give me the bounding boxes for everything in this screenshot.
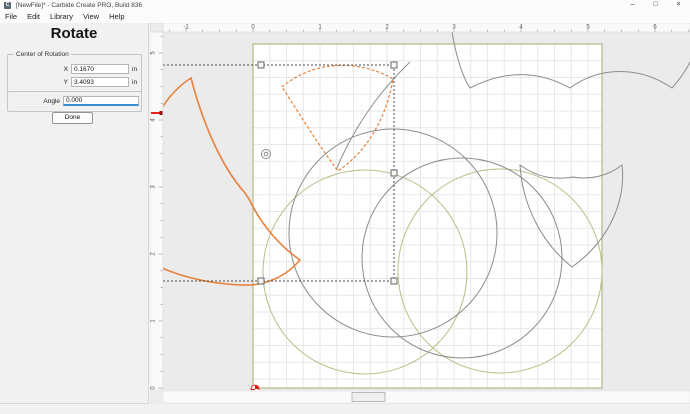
angle-label: Angle <box>43 97 60 105</box>
maximize-button[interactable]: □ <box>644 0 667 11</box>
close-button[interactable]: × <box>667 0 690 11</box>
selection-handle[interactable] <box>390 277 398 285</box>
y-unit: in <box>132 78 138 86</box>
selection-handle[interactable] <box>257 277 265 285</box>
y-label: Y <box>63 78 68 86</box>
rotate-panel: Rotate Center of Rotation X in Y in Angl… <box>0 23 149 404</box>
x-unit: in <box>132 65 138 73</box>
horizontal-scrollbar-thumb[interactable] <box>351 392 386 402</box>
y-input[interactable] <box>71 77 129 87</box>
menu-item-library[interactable]: Library <box>45 11 78 23</box>
job-area <box>253 44 602 388</box>
top-ruler-label: -1 <box>183 25 189 31</box>
angle-input[interactable] <box>63 96 139 106</box>
menu-item-edit[interactable]: Edit <box>22 11 45 23</box>
app-icon: C <box>4 2 11 9</box>
ruler-corner <box>150 23 164 33</box>
menu-item-file[interactable]: File <box>0 11 22 23</box>
selection-handle[interactable] <box>390 169 398 177</box>
selection-handle[interactable] <box>257 61 265 69</box>
selection-handle[interactable] <box>390 61 398 69</box>
angle-group: Angle <box>7 91 142 112</box>
panel-title: Rotate <box>50 25 98 42</box>
menu-item-help[interactable]: Help <box>104 11 129 23</box>
window-controls: – □ × <box>621 0 690 11</box>
design-canvas[interactable]: -1 0 1 2 3 4 5 6012345 <box>150 23 690 404</box>
window-title: [NewFile]* - Carbide Create PRO, Build 8… <box>16 2 143 9</box>
left-ruler <box>150 31 164 391</box>
top-ruler <box>162 23 690 33</box>
ruler-corner-bottom <box>150 390 163 404</box>
x-input[interactable] <box>71 64 129 74</box>
menu-item-view[interactable]: View <box>78 11 104 23</box>
horizontal-scrollbar-track[interactable] <box>162 390 690 404</box>
carbide-create-window: { "window": { "title": "[NewFile]* - Car… <box>0 0 690 414</box>
center-of-rotation-label: Center of Rotation <box>14 51 71 58</box>
done-button[interactable]: Done <box>52 112 93 124</box>
x-label: X <box>63 65 68 73</box>
minimize-button[interactable]: – <box>621 0 644 11</box>
window-bottom-strip <box>0 404 690 414</box>
